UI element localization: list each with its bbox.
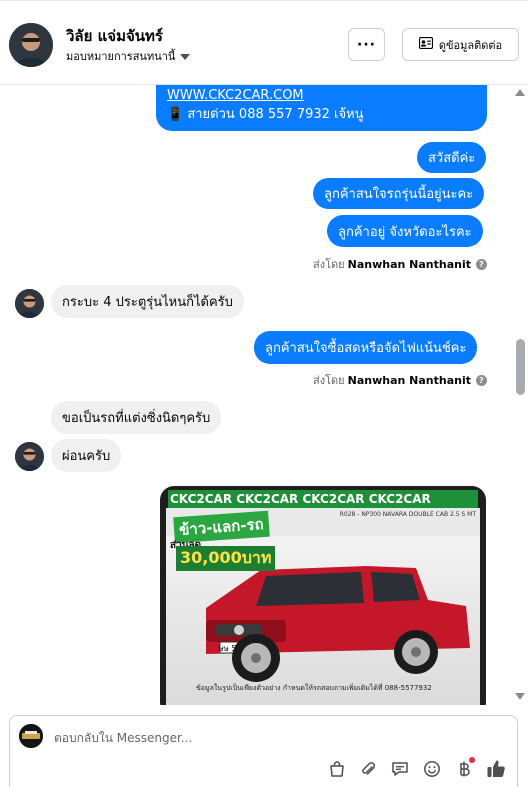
contact-card-icon: [418, 36, 433, 52]
outgoing-message[interactable]: ลูกค้าสนใจรถรุ่นนี้อยู่นะคะ: [313, 178, 485, 209]
baht-icon[interactable]: [452, 757, 476, 781]
sent-by-label: ส่งโดย Nanwhan Nanthanit ?: [313, 371, 487, 389]
help-icon[interactable]: ?: [476, 374, 487, 386]
contact-avatar-small[interactable]: [15, 442, 44, 471]
image-banner: CKC2CAR CKC2CAR CKC2CAR CKC2CAR: [168, 490, 478, 508]
promo-amount: 30,000บาท: [176, 546, 276, 571]
page-avatar: [19, 724, 43, 748]
image-footer-note: ข้อมูลในรูปเป็นเพียงตัวอย่าง กำหนดให้รถส…: [196, 684, 432, 692]
emoji-icon[interactable]: [420, 757, 444, 781]
hotline-text: 📱 สายด่วน 088 557 7932 เจ้หนู: [167, 107, 364, 122]
contact-name[interactable]: วิลัย แจ่มจันทร์: [66, 24, 163, 48]
scroll-up-arrow[interactable]: [515, 89, 525, 96]
promo-badge: ข้าว-แลก-รถ ส่วนลด 30,000บาท: [168, 510, 280, 571]
contact-avatar[interactable]: [9, 23, 53, 67]
saved-reply-icon[interactable]: [388, 757, 412, 781]
paperclip-icon[interactable]: [356, 757, 380, 781]
outgoing-message[interactable]: ลูกค้าสนใจซื้อสดหรือจัดไฟแน้นช์คะ: [254, 331, 478, 364]
assign-label: มอบหมายการสนทนานี้: [66, 50, 176, 63]
incoming-message[interactable]: ขอเป็นรถที่แต่งซิ่งนิดๆครับ: [51, 401, 222, 434]
car-image-attachment[interactable]: CKC2CAR CKC2CAR CKC2CAR CKC2CAR ษษ ข้าว-…: [160, 486, 486, 705]
shopping-bag-icon[interactable]: [325, 757, 349, 781]
model-tag: R028 - NP300 NAVARA DOUBLE CAB 2.5 S MT: [339, 511, 476, 518]
incoming-message[interactable]: กระบะ 4 ประตูรุ่นไหนก็ได้ครับ: [51, 285, 244, 318]
reply-input[interactable]: [54, 726, 494, 750]
sender-name: Nanwhan Nanthanit: [347, 373, 471, 387]
message-thread[interactable]: WWW.CKC2CAR.COM 📱 สายด่วน 088 557 7932 เ…: [0, 85, 514, 705]
conversation-header: วิลัย แจ่มจันทร์ มอบหมายการสนทนานี้ ··· …: [0, 0, 528, 85]
assign-conversation-dropdown[interactable]: มอบหมายการสนทนานี้: [66, 47, 191, 65]
outgoing-message-contact[interactable]: WWW.CKC2CAR.COM 📱 สายด่วน 088 557 7932 เ…: [156, 85, 487, 131]
thumbs-up-icon[interactable]: [484, 757, 508, 781]
notification-dot: [469, 757, 475, 763]
incoming-message[interactable]: ผ่อนครับ: [51, 439, 122, 472]
message-composer: [9, 715, 518, 787]
help-icon[interactable]: ?: [476, 258, 487, 270]
sent-by-label: ส่งโดย Nanwhan Nanthanit ?: [313, 255, 487, 273]
sender-name: Nanwhan Nanthanit: [347, 257, 471, 271]
scroll-down-arrow[interactable]: [515, 693, 525, 700]
scrollbar-thumb[interactable]: [516, 339, 525, 395]
chevron-down-icon: [180, 53, 191, 60]
website-link[interactable]: WWW.CKC2CAR.COM: [167, 86, 304, 105]
more-options-button[interactable]: ···: [348, 28, 385, 61]
view-contact-info-button[interactable]: ดูข้อมูลติดต่อ: [402, 28, 519, 61]
more-icon: ···: [357, 36, 376, 53]
outgoing-message[interactable]: สวัสดีค่ะ: [417, 142, 487, 173]
contact-avatar-small[interactable]: [15, 289, 44, 318]
outgoing-message[interactable]: ลูกค้าอยู่ จังหวัดอะไรคะ: [327, 215, 483, 247]
contact-info-label: ดูข้อมูลติดต่อ: [438, 38, 503, 52]
car-photo: ษษ 5470 ข้าว-แลก-รถ ส่วนลด 30,000บาท R02…: [166, 508, 480, 705]
